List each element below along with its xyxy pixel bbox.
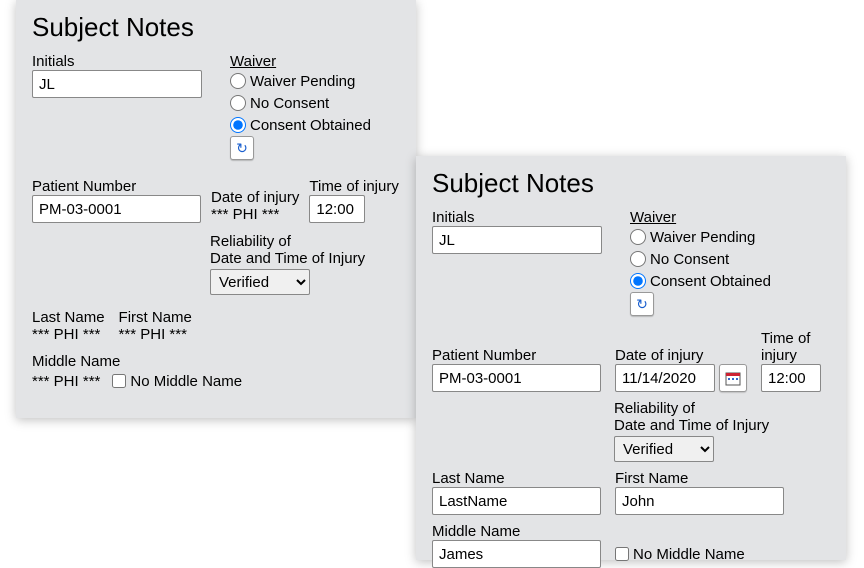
last-name-label: Last Name (432, 470, 601, 487)
no-middle-name-label: No Middle Name (633, 546, 745, 563)
last-name-label: Last Name (32, 309, 105, 326)
time-of-injury-input[interactable] (761, 364, 821, 392)
reliability-label-2: Date and Time of Injury (210, 250, 400, 267)
patient-number-input[interactable] (432, 364, 601, 392)
no-middle-name-checkbox-wrap[interactable]: No Middle Name (615, 543, 745, 565)
waiver-option-consent[interactable]: Consent Obtained (230, 114, 371, 136)
reset-icon: ↻ (236, 140, 248, 157)
reliability-select[interactable]: Verified (614, 436, 714, 462)
waiver-radio-pending[interactable] (630, 229, 646, 245)
no-middle-name-checkbox[interactable] (112, 374, 126, 388)
initials-label: Initials (432, 209, 600, 226)
waiver-option-label: Waiver Pending (650, 229, 755, 246)
time-of-injury-label: Time of injury (761, 330, 830, 364)
waiver-radio-none[interactable] (230, 95, 246, 111)
first-name-label: First Name (615, 470, 784, 487)
waiver-option-label: Consent Obtained (650, 273, 771, 290)
initials-label: Initials (32, 53, 200, 70)
last-name-phi: *** PHI *** (32, 326, 105, 343)
waiver-radio-pending[interactable] (230, 73, 246, 89)
waiver-radio-consent[interactable] (630, 273, 646, 289)
first-name-phi: *** PHI *** (119, 326, 192, 343)
page-title: Subject Notes (432, 168, 830, 199)
reliability-select[interactable]: Verified (210, 269, 310, 295)
middle-name-label: Middle Name (432, 523, 830, 540)
waiver-radio-consent[interactable] (230, 117, 246, 133)
patient-number-label: Patient Number (32, 178, 201, 195)
waiver-option-label: Waiver Pending (250, 73, 355, 90)
reset-icon: ↻ (636, 296, 648, 313)
calendar-icon (725, 370, 741, 386)
initials-input[interactable] (32, 70, 202, 98)
waiver-reset-button[interactable]: ↻ (230, 136, 254, 160)
middle-name-phi: *** PHI *** (32, 373, 100, 390)
subject-notes-panel-masked: Subject Notes Initials Waiver Waiver Pen… (16, 0, 416, 418)
time-of-injury-input[interactable] (309, 195, 365, 223)
date-of-injury-phi: *** PHI *** (211, 206, 299, 223)
time-of-injury-label: Time of injury (309, 178, 398, 195)
waiver-option-label: No Consent (250, 95, 329, 112)
reliability-label-1: Reliability of (210, 233, 400, 250)
middle-name-label: Middle Name (32, 353, 400, 370)
no-middle-name-label: No Middle Name (130, 373, 242, 390)
date-of-injury-label: Date of injury (211, 189, 299, 206)
page-title: Subject Notes (32, 12, 400, 43)
first-name-input[interactable] (615, 487, 784, 515)
no-middle-name-checkbox-wrap[interactable]: No Middle Name (112, 370, 242, 392)
patient-number-label: Patient Number (432, 347, 601, 364)
waiver-reset-button[interactable]: ↻ (630, 292, 654, 316)
waiver-label: Waiver (630, 209, 771, 226)
waiver-option-label: Consent Obtained (250, 117, 371, 134)
waiver-option-none[interactable]: No Consent (630, 248, 771, 270)
first-name-label: First Name (119, 309, 192, 326)
date-picker-button[interactable] (719, 364, 747, 392)
waiver-radio-none[interactable] (630, 251, 646, 267)
reliability-label-1: Reliability of (614, 400, 830, 417)
patient-number-input[interactable] (32, 195, 201, 223)
initials-input[interactable] (432, 226, 602, 254)
date-of-injury-label: Date of injury (615, 347, 747, 364)
subject-notes-panel-unmasked: Subject Notes Initials Waiver Waiver Pen… (416, 156, 846, 560)
waiver-option-consent[interactable]: Consent Obtained (630, 270, 771, 292)
reliability-label-2: Date and Time of Injury (614, 417, 830, 434)
date-of-injury-input[interactable] (615, 364, 715, 392)
middle-name-input[interactable] (432, 540, 601, 568)
waiver-option-label: No Consent (650, 251, 729, 268)
waiver-option-pending[interactable]: Waiver Pending (630, 226, 771, 248)
last-name-input[interactable] (432, 487, 601, 515)
waiver-label: Waiver (230, 53, 371, 70)
waiver-option-none[interactable]: No Consent (230, 92, 371, 114)
no-middle-name-checkbox[interactable] (615, 547, 629, 561)
waiver-option-pending[interactable]: Waiver Pending (230, 70, 371, 92)
